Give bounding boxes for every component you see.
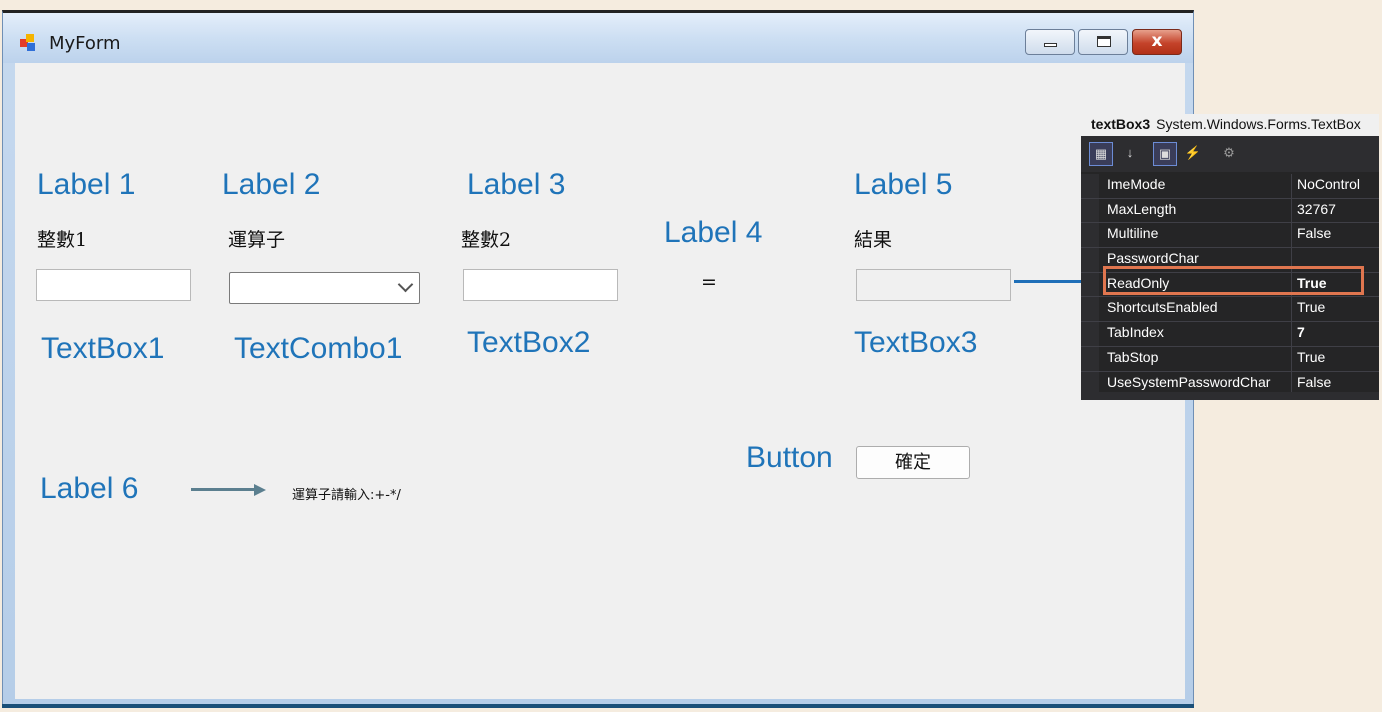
annotation-label3: Label 3 [467,168,566,201]
property-grid-footer [1081,392,1379,400]
operator-combobox[interactable] [229,272,420,304]
label-equals: = [701,271,717,293]
property-row[interactable]: Multiline False [1081,223,1379,249]
object-name: textBox3 [1091,116,1151,132]
property-row[interactable]: MaxLength 32767 [1081,198,1379,224]
property-value[interactable]: False [1297,374,1331,390]
annotation-label4: Label 4 [664,216,763,249]
readonly-highlight-box [1103,266,1364,295]
label-operator: 運算子 [228,229,286,251]
property-name: ShortcutsEnabled [1107,299,1218,316]
arrow-right-icon [254,483,266,496]
property-grid: textBox3 System.Windows.Forms.TextBox ▦ ↓… [1081,114,1379,400]
property-grid-header: textBox3 System.Windows.Forms.TextBox [1081,114,1379,136]
property-name: UseSystemPasswordChar [1107,373,1271,390]
annotation-label1: Label 1 [37,168,136,201]
textbox1-input[interactable] [36,269,191,301]
close-icon: x [1151,31,1163,51]
object-type: System.Windows.Forms.TextBox [1156,116,1361,132]
property-value[interactable]: 32767 [1297,201,1336,217]
annotation-textbox1: TextBox1 [41,332,165,365]
textbox2-input[interactable] [463,269,618,301]
label-integer1: 整數1 [37,229,88,251]
property-column-separator [1291,346,1292,371]
operator-hint-label: 運算子請輸入:+-*/ [292,488,401,503]
property-grid-toolbar: ▦ ↓ ▣ ⚡ ⚙ [1081,136,1379,172]
minimize-icon [1044,43,1057,47]
label-result: 結果 [854,229,893,251]
property-column-separator [1291,297,1292,322]
property-name: TabIndex [1107,324,1164,341]
annotation-textcombo1: TextCombo1 [234,332,403,365]
property-name: Multiline [1107,225,1159,242]
property-row[interactable]: ShortcutsEnabled True [1081,297,1379,323]
annotation-textbox2: TextBox2 [467,326,591,359]
property-row[interactable]: ImeMode NoControl [1081,174,1379,199]
textbox3-readonly[interactable] [856,269,1011,301]
bottom-edge [2,704,1194,708]
form-window: MyForm x [2,10,1194,708]
window-title: MyForm [49,33,121,54]
property-value[interactable]: False [1297,225,1331,241]
label-integer2: 整數2 [461,229,512,251]
app-icon [20,34,38,52]
ok-button[interactable]: 確定 [856,446,970,479]
property-column-separator [1291,322,1292,346]
property-row[interactable]: TabIndex 7 [1081,322,1379,347]
alphabetical-sort-icon[interactable]: ↓ [1118,142,1142,166]
close-button[interactable]: x [1132,29,1182,55]
annotation-label5: Label 5 [854,168,953,201]
property-column-separator [1291,223,1292,248]
property-value[interactable]: True [1297,349,1325,365]
property-name: MaxLength [1107,200,1177,217]
property-row[interactable]: TabStop True [1081,346,1379,372]
form-client-area [15,63,1185,699]
maximize-icon [1097,36,1111,47]
property-value[interactable]: True [1297,299,1325,315]
annotation-textbox3: TextBox3 [854,326,978,359]
annotation-label2: Label 2 [222,168,321,201]
property-column-separator [1291,198,1292,223]
maximize-button[interactable] [1078,29,1128,55]
property-pages-wrench-icon[interactable]: ⚙ [1217,142,1241,166]
categorized-icon[interactable]: ▦ [1089,142,1113,166]
arrow-line-blue [1014,280,1088,283]
minimize-button[interactable] [1025,29,1075,55]
property-name: TabStop [1107,348,1159,365]
property-name: PasswordChar [1107,250,1199,267]
property-value[interactable]: NoControl [1297,176,1360,192]
arrow-line-gray [191,488,255,491]
property-column-separator [1291,174,1292,198]
events-lightning-icon[interactable]: ⚡ [1181,142,1205,166]
chevron-down-icon[interactable] [397,276,414,293]
annotation-label6: Label 6 [40,472,139,505]
property-value[interactable]: 7 [1297,324,1305,340]
property-name: ImeMode [1107,176,1166,192]
title-bar[interactable]: MyForm x [3,13,1193,63]
annotation-button: Button [746,441,833,474]
properties-icon[interactable]: ▣ [1153,142,1177,166]
